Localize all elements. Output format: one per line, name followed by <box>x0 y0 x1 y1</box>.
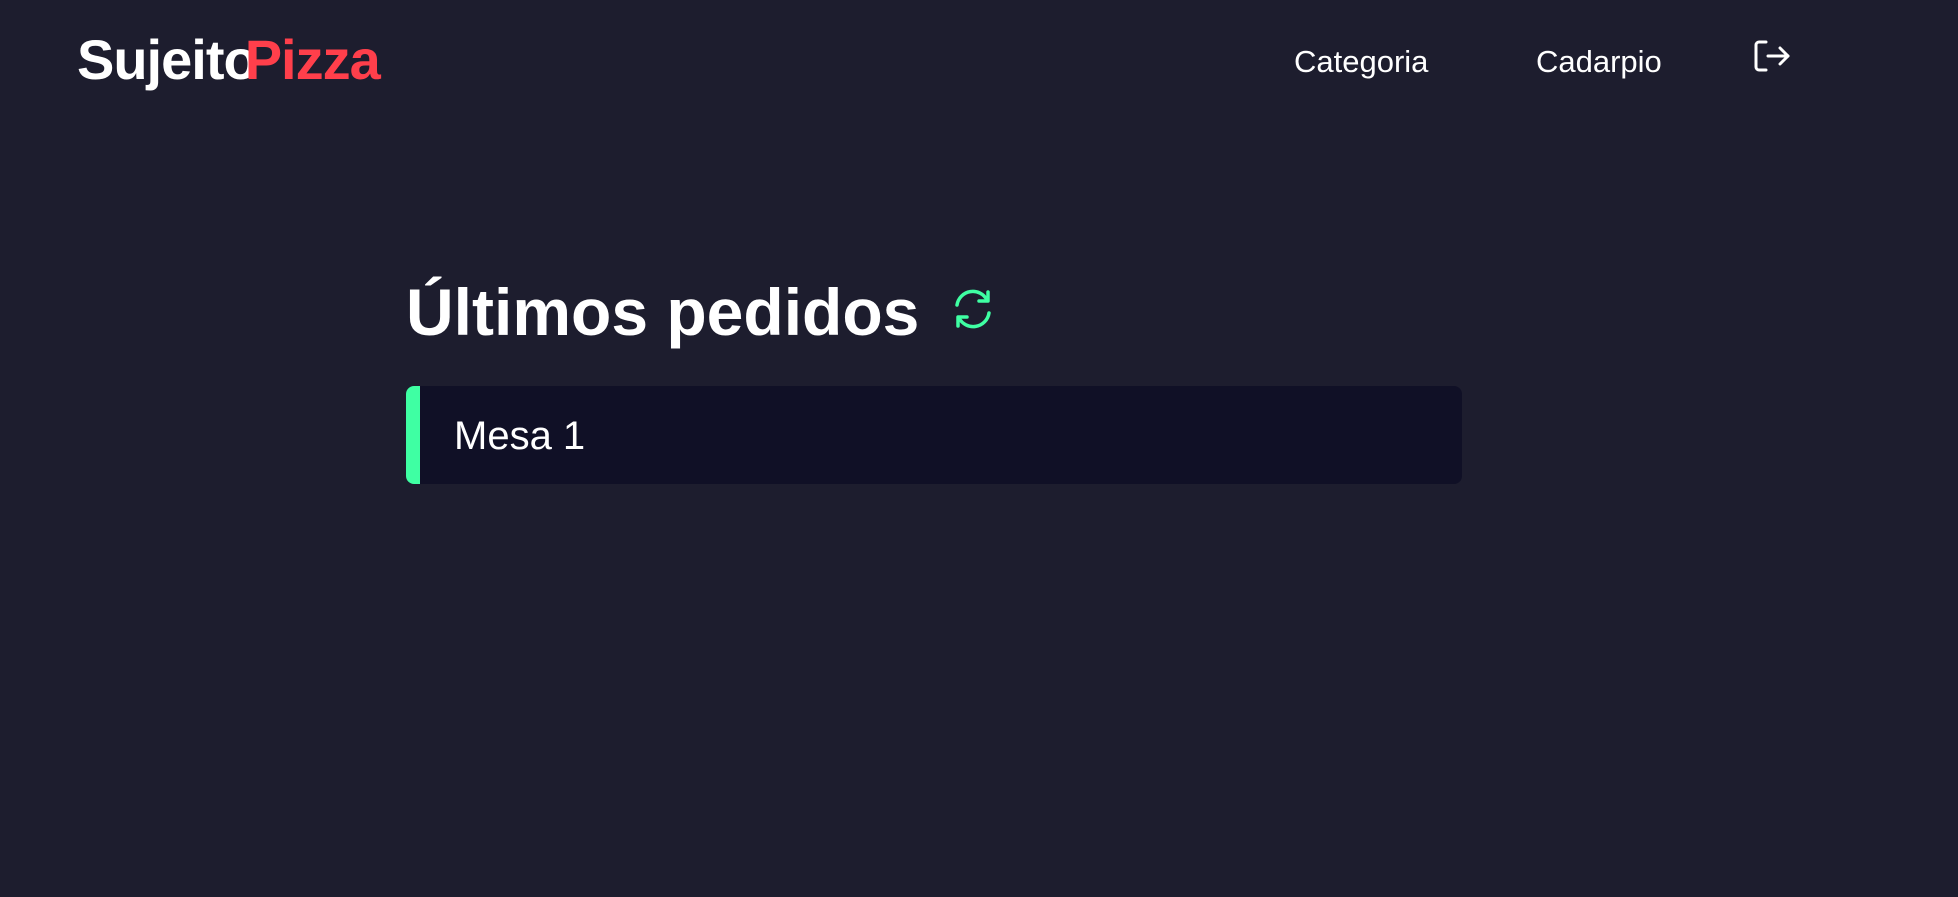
logout-button[interactable] <box>1752 38 1792 78</box>
order-label: Mesa 1 <box>454 414 586 458</box>
order-item[interactable]: Mesa 1 <box>406 386 1462 484</box>
refresh-icon <box>955 289 992 329</box>
top-header: SujeitoPizza Categoria Cadarpio <box>0 0 1958 120</box>
nav-link-categoria[interactable]: Categoria <box>1294 40 1428 84</box>
logo-text-pizza: Pizza <box>244 28 381 91</box>
logo[interactable]: SujeitoPizza <box>77 28 381 92</box>
refresh-button[interactable] <box>949 285 997 333</box>
logo-text-sujeito: Sujeito <box>77 28 258 91</box>
nav-link-cardapio[interactable]: Cadarpio <box>1536 40 1662 84</box>
order-status-tag <box>406 386 420 484</box>
page-title: Últimos pedidos <box>406 275 920 349</box>
logout-icon <box>1754 40 1790 72</box>
orders-title-row: Últimos pedidos <box>406 272 997 352</box>
